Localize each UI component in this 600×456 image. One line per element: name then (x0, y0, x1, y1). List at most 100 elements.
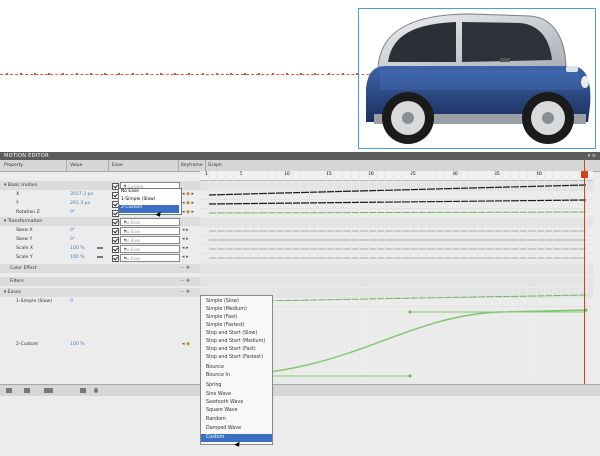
keyframe-nav-icon[interactable]: ◂ ◆ (182, 341, 190, 347)
menu-item[interactable]: Stop and Start (Slow) (201, 330, 272, 338)
playhead-handle[interactable] (581, 171, 588, 178)
add-remove-icon[interactable]: − ✚ (180, 289, 190, 295)
motion-path-dot (90, 73, 92, 75)
ease-dropdown[interactable]: No Ease ▾ (120, 218, 180, 226)
row-value[interactable]: 100 % (70, 255, 85, 260)
keyframe-nav-icon[interactable]: ◂ ▸ (182, 254, 189, 260)
car-image[interactable] (360, 10, 594, 146)
menu-item[interactable]: Bounce (201, 364, 272, 372)
keyframe-nav-icon[interactable]: ◂ ◆ ▸ (182, 200, 194, 206)
ease-dropdown[interactable]: No Ease ▾ (120, 227, 180, 235)
ease-dropdown[interactable]: No Ease ▾ (120, 245, 180, 253)
row-value[interactable]: 0° (70, 228, 75, 233)
row-value[interactable]: 0° (70, 210, 75, 215)
motion-path-dot (6, 73, 8, 75)
ease-option[interactable]: No Ease (119, 189, 179, 197)
viewable-frames-icon[interactable] (44, 388, 53, 393)
motion-path-dot (132, 73, 134, 75)
row-scale-x: Scale X 100 % No Ease ▾ ◂ ▸ (0, 244, 200, 253)
row-color-effect[interactable]: Color Effect − ✚ (0, 264, 200, 273)
keyframe-nav-icon[interactable]: ◂ ◆ ▸ (182, 209, 194, 215)
header-value: Value (70, 163, 83, 168)
ease-dropdown[interactable]: No Ease ▾ (120, 236, 180, 244)
ease-checkbox[interactable] (112, 255, 119, 262)
row-value[interactable]: 0° (70, 237, 75, 242)
expanded-graph-icon[interactable] (24, 388, 30, 393)
row-label: Skew X (16, 228, 33, 233)
menu-item[interactable]: Simple (Fastest) (201, 322, 272, 330)
row-skew-y: Skew Y 0° No Ease ▾ ◂ ▸ (0, 235, 200, 244)
menu-item[interactable]: Simple (Fast) (201, 314, 272, 322)
row-label: ▾ Basic motion (4, 183, 38, 188)
row-filters[interactable]: Filters − ✚ (0, 277, 200, 286)
ease-dropdown[interactable]: No Ease ▾ (120, 254, 180, 262)
menu-item[interactable]: Stop and Start (Fast) (201, 346, 272, 354)
playhead[interactable] (584, 160, 585, 385)
settings-icon[interactable] (94, 388, 98, 393)
ease-checkbox[interactable] (112, 228, 119, 235)
panel-menu-icon[interactable]: ▾ ≡ (588, 153, 596, 159)
menu-item[interactable]: Stop and Start (Medium) (201, 338, 272, 346)
motion-path-dot (328, 73, 330, 75)
menu-item[interactable]: Bounce In (201, 372, 272, 380)
motion-path-dot (174, 73, 176, 75)
ease-checkbox[interactable] (112, 246, 119, 253)
row-value[interactable]: 3557.3 px (70, 192, 93, 197)
menu-item[interactable]: Random (201, 416, 272, 424)
ease-option-selected[interactable]: 2-Custom (119, 205, 179, 213)
ease-popup: No Ease 1-Simple (Slow) 2-Custom (118, 188, 182, 215)
row-label: 2-Custom (16, 342, 39, 347)
menu-item[interactable]: Damped Wave (201, 425, 272, 433)
row-simple-slow: 1-Simple (Slow) 0 (0, 297, 200, 306)
motion-path-dot (300, 73, 302, 75)
motion-path-dot (258, 73, 260, 75)
row-transformation[interactable]: ▾ Transformation No Ease ▾ (0, 217, 200, 226)
header-ease: Ease (112, 163, 123, 168)
row-value[interactable]: 292.3 px (70, 201, 90, 206)
ease-type-menu: Simple (Slow) Simple (Medium) Simple (Fa… (200, 295, 273, 445)
keyframe-nav-icon[interactable]: ◂ ▸ (182, 245, 189, 251)
link-icon[interactable] (97, 256, 103, 258)
motion-path-dot (202, 73, 204, 75)
column-divider[interactable] (205, 160, 206, 171)
menu-item[interactable]: Stop and Start (Fastest) (201, 354, 272, 362)
motion-path-dot (230, 73, 232, 75)
link-icon[interactable] (97, 247, 103, 249)
row-label: Skew Y (16, 237, 33, 242)
row-label: Rotation Z (16, 210, 40, 215)
motion-path-dot (342, 73, 344, 75)
menu-item[interactable]: Simple (Slow) (201, 298, 272, 306)
menu-item[interactable]: Sine Wave (201, 391, 272, 399)
keyframe-nav-icon[interactable]: ◂ ◆ ▸ (182, 191, 194, 197)
row-value[interactable]: 100 % (70, 342, 85, 347)
keyframe-nav-icon[interactable]: ◂ ▸ (182, 236, 189, 242)
menu-item[interactable]: Sawtooth Wave (201, 399, 272, 407)
row-label: ▾ Transformation (4, 219, 43, 224)
row-value[interactable]: 100 % (70, 246, 85, 251)
row-eases[interactable]: ▾ Eases − ✚ (0, 288, 200, 297)
add-remove-icon[interactable]: − ✚ (180, 278, 190, 284)
graph-size-icon[interactable] (6, 388, 12, 393)
menu-item[interactable]: Square Wave (201, 407, 272, 415)
menu-item-selected[interactable]: Custom (201, 434, 272, 442)
column-divider[interactable] (178, 160, 179, 171)
ease-checkbox[interactable] (112, 237, 119, 244)
row-label: Scale X (16, 246, 33, 251)
add-remove-icon[interactable]: − ✚ (180, 265, 190, 271)
row-scale-y: Scale Y 100 % No Ease ▾ ◂ ▸ (0, 253, 200, 262)
row-label: 1-Simple (Slow) (16, 299, 53, 304)
ease-checkbox[interactable] (112, 219, 119, 226)
menu-item[interactable]: Simple (Medium) (201, 306, 272, 314)
ease-option[interactable]: 1-Simple (Slow) (119, 197, 179, 205)
row-value[interactable]: 0 (70, 299, 73, 304)
row-skew-x: Skew X 0° No Ease ▾ ◂ ▸ (0, 226, 200, 235)
menu-item[interactable]: Spring (201, 382, 272, 390)
zoom-icon[interactable] (80, 388, 86, 393)
column-divider[interactable] (108, 160, 109, 171)
keyframe-nav-icon[interactable]: ◂ ▸ (182, 227, 189, 233)
column-divider[interactable] (66, 160, 67, 171)
motion-path-dot (146, 73, 148, 75)
row-label: Scale Y (16, 255, 33, 260)
motion-path-dot (244, 73, 246, 75)
panel-title-bar: MOTION EDITOR ▾ ≡ (0, 152, 600, 160)
